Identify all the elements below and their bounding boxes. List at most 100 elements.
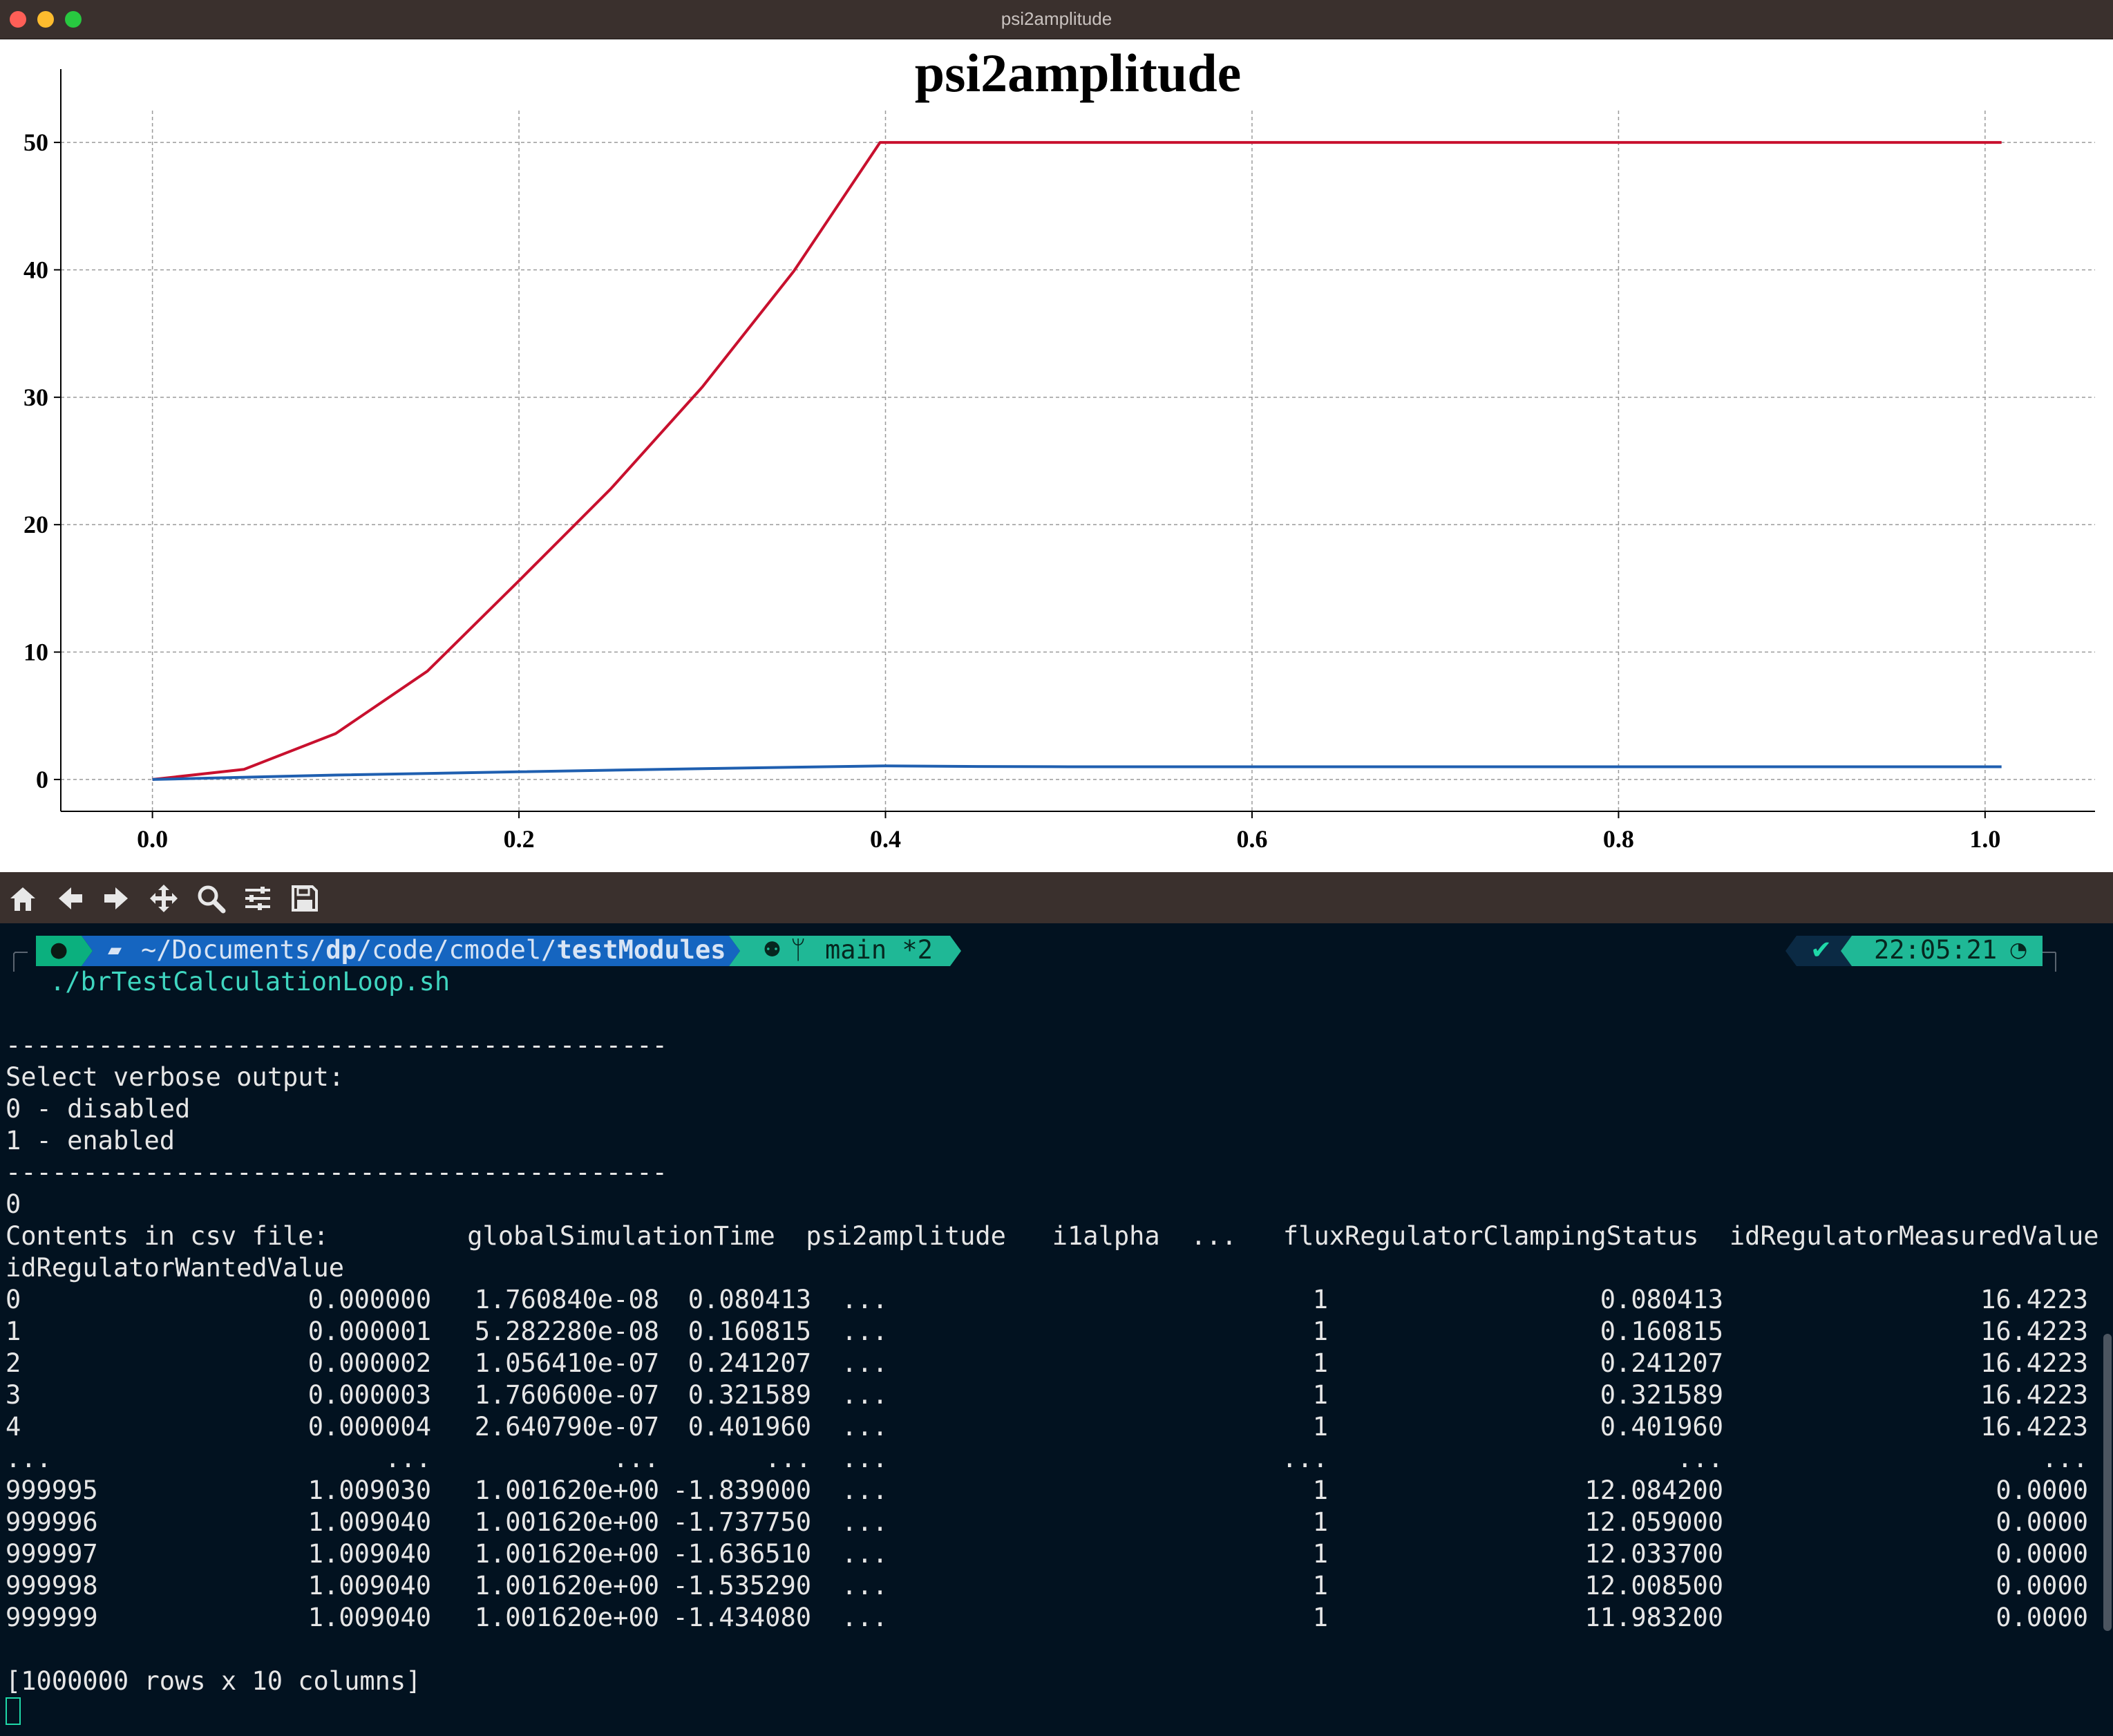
table-cell-flux: 1	[1312, 1285, 1328, 1314]
table-cell-psi: 2.640790e-07	[474, 1412, 659, 1442]
table-cell-i1: -1.636510	[672, 1539, 811, 1569]
x-tick-label: 0.4	[870, 825, 901, 853]
table-cell-flux: 1	[1312, 1571, 1328, 1601]
x-tick-label: 0.0	[137, 825, 168, 853]
prompt-time: 22:05:21	[1874, 935, 1998, 965]
table-cell-psi: 1.001620e+00	[474, 1475, 659, 1505]
configure-subplots-button[interactable]	[238, 879, 278, 918]
table-cell-idx: 1	[6, 1317, 21, 1346]
table-cell-want: 16.4223	[1980, 1380, 2088, 1410]
chart-title: psi2amplitude	[915, 43, 1241, 103]
table-cell-psi: 1.760600e-07	[474, 1380, 659, 1410]
status-check-icon: ✔	[1810, 935, 1832, 965]
x-tick-label: 0.2	[504, 825, 535, 853]
line-chart[interactable]: psi2amplitude 0.0 0.2 0.4 0.6 0.8 1.0 0 10 20 30 4…	[0, 39, 2113, 872]
table-cell-dots: ...	[842, 1507, 888, 1537]
table-cell-t: 0.000001	[307, 1317, 431, 1346]
table-cell-meas: 0.241207	[1600, 1348, 1723, 1378]
zoom-button[interactable]	[191, 879, 231, 918]
series-layer	[152, 141, 2002, 781]
table-cell-flux: 1	[1312, 1603, 1328, 1632]
table-cell-idx: 999999	[6, 1603, 98, 1632]
table-cell-i1: 0.241207	[688, 1348, 811, 1378]
table-cell-idx: 0	[6, 1285, 21, 1314]
pan-button[interactable]	[144, 879, 184, 918]
table-cell-t: 1.009040	[307, 1539, 431, 1569]
table-cell-i1: 0.080413	[688, 1285, 811, 1314]
table-cell-want: 0.0000	[1996, 1571, 2088, 1601]
back-button[interactable]	[50, 879, 90, 918]
table-cell-want: 0.0000	[1996, 1603, 2088, 1632]
table-cell-idx: 999998	[6, 1571, 98, 1601]
table-cell-want: 16.4223	[1980, 1348, 2088, 1378]
table-cell-t: 0.000004	[307, 1412, 431, 1442]
table-cell-t: 0.000000	[307, 1285, 431, 1314]
table-row: 1 0.000001 5.282280e-08 0.160815... 1 0.16081…	[0, 1316, 2113, 1348]
table-cell-dots: ...	[842, 1412, 888, 1442]
table-summary: [1000000 rows x 10 columns]	[6, 1666, 421, 1696]
table-cell-psi: 1.760840e-08	[474, 1285, 659, 1314]
table-cell-psi: 1.001620e+00	[474, 1507, 659, 1537]
table-cell-dots: ...	[842, 1475, 888, 1505]
table-cell-idx: 999995	[6, 1475, 98, 1505]
series-line-2	[152, 764, 2002, 781]
figure-window: psi2amplitude psi2amplitude 0.0 0.2 0.4 0.6…	[0, 0, 2113, 923]
csv-header: Contents in csv file: globalSimulationTi…	[6, 1221, 2099, 1251]
table-cell-idx: 4	[6, 1412, 21, 1442]
y-tick-label: 40	[23, 256, 48, 283]
table-cell-want: 0.0000	[1996, 1507, 2088, 1537]
table-cell-psi: 1.001620e+00	[474, 1539, 659, 1569]
table-cell-i1: -1.434080	[672, 1603, 811, 1632]
table-cell-meas: ...	[1677, 1444, 1723, 1473]
terminal[interactable]: ● ▰ ~/Documents/dp/code/cmodel/testModul…	[0, 923, 2113, 1736]
table-cell-i1: 0.401960	[688, 1412, 811, 1442]
table-row: 999997 1.009040 1.001620e+00 -1.636510... 1 1…	[0, 1538, 2113, 1570]
table-cell-dots: ...	[842, 1348, 888, 1378]
table-cell-want: 0.0000	[1996, 1539, 2088, 1569]
table-row: 3 0.000003 1.760600e-07 0.321589... 1 0.32158…	[0, 1379, 2113, 1411]
branch-icon: ᛘ	[790, 935, 806, 965]
table-cell-idx: 999996	[6, 1507, 98, 1537]
clock-icon: ◔	[2009, 938, 2028, 962]
table-cell-flux: 1	[1312, 1317, 1328, 1346]
x-tick-label: 0.8	[1603, 825, 1634, 853]
table-cell-i1: -1.839000	[672, 1475, 811, 1505]
command-line: ./brTestCalculationLoop.sh	[50, 967, 451, 997]
grid	[61, 111, 2095, 811]
table-row: 999999 1.009040 1.001620e+00 -1.434080... 1 1…	[0, 1602, 2113, 1634]
table-cell-meas: 0.160815	[1600, 1317, 1723, 1346]
window-titlebar[interactable]: psi2amplitude	[0, 0, 2113, 39]
x-tick-label: 0.6	[1236, 825, 1267, 853]
table-cell-dots: ...	[842, 1444, 888, 1473]
save-icon	[292, 885, 318, 912]
table-cell-meas: 12.008500	[1584, 1571, 1723, 1601]
table-cell-dots: ...	[842, 1571, 888, 1601]
table-cell-psi: 5.282280e-08	[474, 1317, 659, 1346]
forward-button[interactable]	[97, 879, 137, 918]
table-row: ........................	[0, 1443, 2113, 1475]
x-tick-label: 1.0	[1969, 825, 2000, 853]
table-cell-i1: 0.321589	[688, 1380, 811, 1410]
separator-line: ----------------------------------------…	[6, 1158, 667, 1187]
table-cell-i1: 0.160815	[688, 1317, 811, 1346]
user-input: 0	[6, 1189, 21, 1219]
table-cell-want: 16.4223	[1980, 1285, 2088, 1314]
table-cell-flux: 1	[1312, 1412, 1328, 1442]
table-row: 0 0.000000 1.760840e-08 0.080413... 1 0.08041…	[0, 1284, 2113, 1316]
save-button[interactable]	[285, 879, 325, 918]
table-cell-dots: ...	[842, 1539, 888, 1569]
configure-subplots-icon	[245, 887, 270, 910]
table-cell-dots: ...	[842, 1380, 888, 1410]
back-arrow-icon	[59, 887, 82, 909]
terminal-cursor	[6, 1697, 21, 1725]
table-cell-t: 1.009030	[307, 1475, 431, 1505]
table-cell-meas: 0.080413	[1600, 1285, 1723, 1314]
table-cell-flux: 1	[1312, 1475, 1328, 1505]
table-cell-psi: ...	[613, 1444, 659, 1473]
home-button[interactable]	[3, 879, 43, 918]
y-tick-label: 0	[36, 766, 48, 793]
y-tick-label: 20	[23, 511, 48, 538]
terminal-scrollbar[interactable]	[2103, 1334, 2112, 1631]
table-cell-i1: ...	[765, 1444, 811, 1473]
table-cell-flux: 1	[1312, 1348, 1328, 1378]
